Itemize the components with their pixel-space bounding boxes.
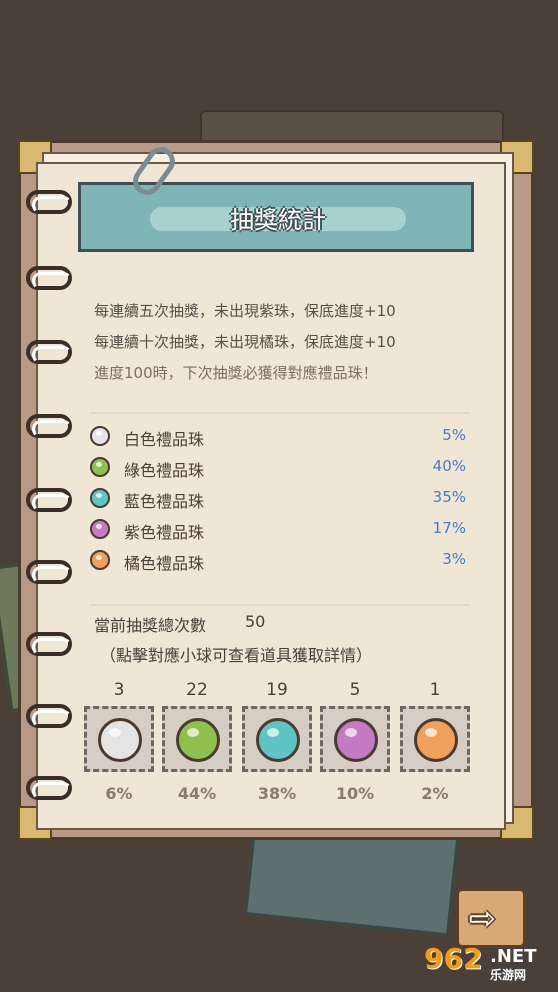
blue-orb-button[interactable] (242, 706, 312, 772)
rate-row-green: 綠色禮品珠 40% (90, 455, 470, 481)
white-orb-icon (90, 426, 110, 446)
result-count: 19 (266, 680, 288, 700)
binder-ring (26, 560, 72, 584)
site-watermark: 962 .NET 乐游网 (424, 942, 554, 986)
binder-ring (26, 414, 72, 438)
rate-name: 白色禮品珠 (124, 430, 205, 449)
rule-text: 每連續十次抽獎，未出現橘珠，保底進度+10 (94, 333, 396, 351)
page-title: 抽獎統計 (230, 206, 326, 234)
binder-ring (26, 776, 72, 800)
watermark-site: 乐游网 (490, 968, 527, 982)
green-orb-icon (90, 457, 110, 477)
result-count: 1 (429, 680, 441, 700)
result-count: 5 (349, 680, 361, 700)
result-share: 10% (335, 784, 375, 803)
blue-orb-icon (256, 718, 300, 762)
binder-ring (26, 704, 72, 728)
divider (90, 412, 470, 414)
divider (90, 604, 470, 606)
rate-percent: 5% (442, 426, 466, 444)
binder-ring (26, 488, 72, 512)
rate-name: 綠色禮品珠 (124, 461, 205, 480)
orange-orb-button[interactable] (400, 706, 470, 772)
white-orb-icon (98, 718, 142, 762)
total-draws-value: 50 (245, 612, 266, 631)
result-share: 44% (177, 784, 217, 803)
white-orb-button[interactable] (84, 706, 154, 772)
binder-ring (26, 632, 72, 656)
result-count: 22 (186, 680, 208, 700)
rate-row-blue: 藍色禮品珠 35% (90, 486, 470, 512)
rule-text: 進度100時，下次抽獎必獲得對應禮品珠！ (94, 364, 378, 382)
binder-ring (26, 190, 72, 214)
purple-orb-icon (90, 519, 110, 539)
rate-name: 紫色禮品珠 (124, 523, 205, 542)
rate-percent: 40% (432, 457, 466, 475)
binder-ring (26, 340, 72, 364)
next-button[interactable]: ⇨ (456, 888, 526, 948)
rate-row-orange: 橘色禮品珠 3% (90, 548, 470, 574)
blue-orb-icon (90, 488, 110, 508)
rate-name: 橘色禮品珠 (124, 554, 205, 573)
rate-name: 藍色禮品珠 (124, 492, 205, 511)
rate-row-white: 白色禮品珠 5% (90, 424, 470, 450)
rate-percent: 35% (432, 488, 466, 506)
result-share: 2% (421, 784, 449, 803)
green-orb-button[interactable] (162, 706, 232, 772)
orange-orb-icon (414, 718, 458, 762)
arrow-right-icon: ⇨ (469, 899, 496, 937)
watermark-number: 962 (424, 942, 483, 975)
orange-orb-icon (90, 550, 110, 570)
rate-percent: 3% (442, 550, 466, 568)
result-share: 6% (105, 784, 133, 803)
purple-orb-button[interactable] (320, 706, 390, 772)
result-count: 3 (113, 680, 125, 700)
binder-ring (26, 266, 72, 290)
result-share: 38% (257, 784, 297, 803)
purple-orb-icon (334, 718, 378, 762)
rate-percent: 17% (432, 519, 466, 537)
total-draws-label: 當前抽獎總次數 (94, 616, 207, 635)
orb-hint-text: （點擊對應小球可查看道具獲取詳情） (100, 646, 373, 665)
watermark-domain: .NET (490, 946, 537, 967)
green-orb-icon (176, 718, 220, 762)
rate-row-purple: 紫色禮品珠 17% (90, 517, 470, 543)
rule-text: 每連續五次抽獎，未出現紫珠，保底進度+10 (94, 302, 396, 320)
